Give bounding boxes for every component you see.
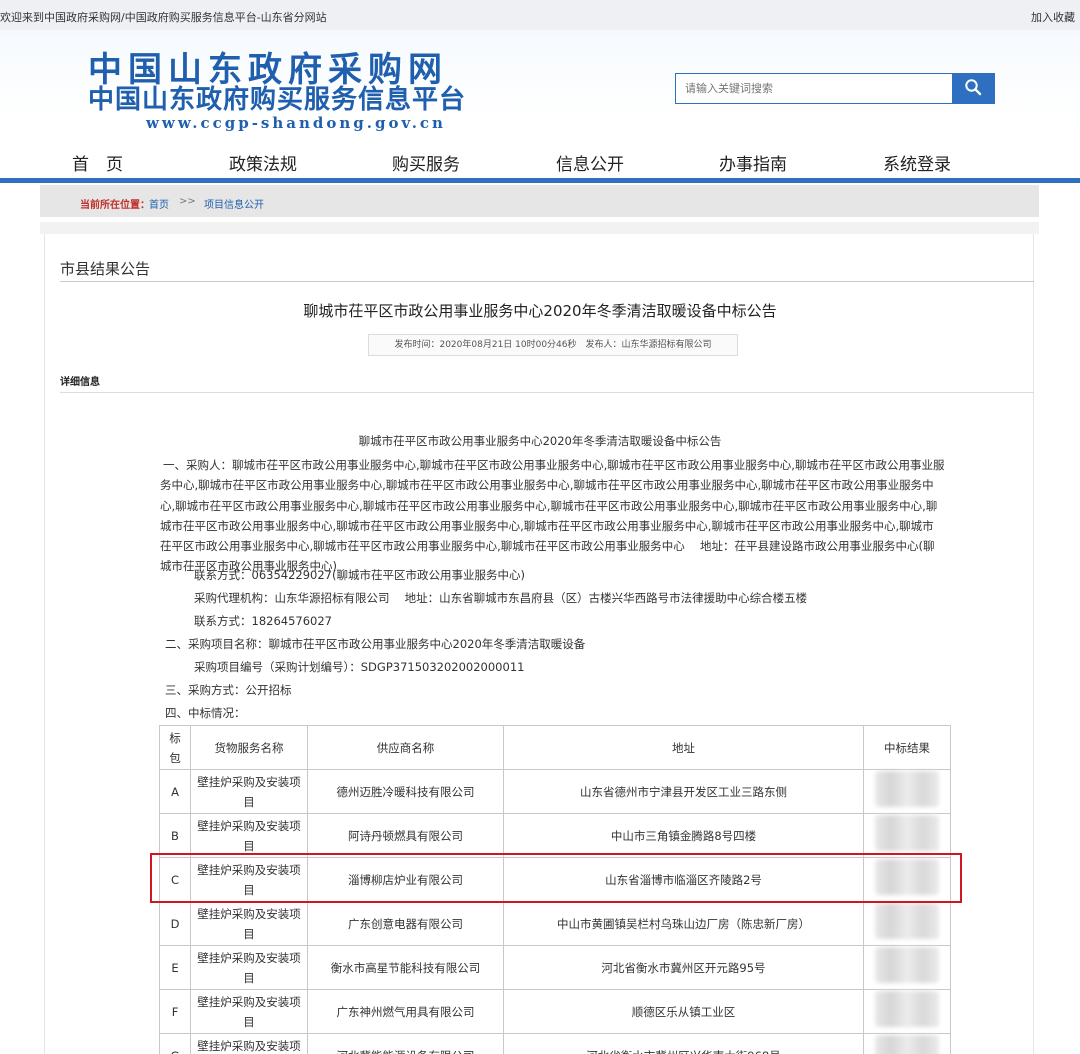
- project-name: 二、采购项目名称：聊城市茌平区市政公用事业服务中心2020年冬季清洁取暖设备: [165, 637, 586, 651]
- breadcrumb-separator: >>: [179, 196, 196, 207]
- nav-info-public[interactable]: 信息公开: [556, 150, 624, 175]
- search-button[interactable]: [952, 74, 994, 103]
- cell-goods: 壁挂炉采购及安装项目: [190, 1033, 308, 1054]
- buyer-paragraph: 一、采购人：聊城市茌平区市政公用事业服务中心,聊城市茌平区市政公用事业服务中心,…: [160, 458, 945, 574]
- table-header-row: 标包 货物服务名称 供应商名称 地址 中标结果: [159, 725, 951, 770]
- search-input[interactable]: [676, 74, 952, 103]
- table-row: C 壁挂炉采购及安装项目 淄博柳店炉业有限公司 山东省淄博市临淄区齐陵路2号: [159, 857, 951, 902]
- body-heading: 聊城市茌平区市政公用事业服务中心2020年冬季清洁取暖设备中标公告: [358, 434, 722, 448]
- cell-address: 顺德区乐从镇工业区: [503, 989, 864, 1034]
- logo-line-1: 中国山东政府采购网: [88, 50, 448, 90]
- cell-supplier: 德州迈胜冷暖科技有限公司: [307, 769, 504, 814]
- agency-contact: 联系方式：18264576027: [194, 614, 332, 628]
- cell-package: G: [159, 1033, 191, 1054]
- cell-goods: 壁挂炉采购及安装项目: [190, 945, 308, 990]
- cell-supplier: 河北冀能能源设备有限公司: [307, 1033, 504, 1054]
- cell-result-blurred: [863, 857, 951, 902]
- cell-supplier: 衡水市高星节能科技有限公司: [307, 945, 504, 990]
- cell-supplier: 广东神州燃气用具有限公司: [307, 989, 504, 1034]
- header-package: 标包: [159, 725, 191, 770]
- search-icon: [964, 78, 982, 100]
- logo-url: www.ccgp-shandong.gov.cn: [146, 114, 446, 132]
- nav-home[interactable]: 首 页: [72, 150, 123, 175]
- table-row: B 壁挂炉采购及安装项目 阿诗丹顿燃具有限公司 中山市三角镇金腾路8号四楼: [159, 813, 951, 858]
- table-row: A 壁挂炉采购及安装项目 德州迈胜冷暖科技有限公司 山东省德州市宁津县开发区工业…: [159, 769, 951, 814]
- breadcrumb-label: 当前所在位置：: [80, 200, 150, 211]
- project-number: 采购项目编号（采购计划编号）：SDGP371503202002000011: [194, 660, 525, 674]
- cell-address: 山东省德州市宁津县开发区工业三路东侧: [503, 769, 864, 814]
- cell-address: 河北省衡水市冀州区兴华南大街968号: [503, 1033, 864, 1054]
- nav-policy[interactable]: 政策法规: [229, 150, 297, 175]
- cell-package: F: [159, 989, 191, 1034]
- section-divider: [60, 281, 1034, 282]
- cell-package: C: [159, 857, 191, 902]
- add-favorite-link[interactable]: 加入收藏: [1031, 9, 1075, 25]
- cell-result-blurred: [863, 769, 951, 814]
- header-address: 地址: [503, 725, 864, 770]
- announcement-title: 聊城市茌平区市政公用事业服务中心2020年冬季清洁取暖设备中标公告: [303, 302, 777, 320]
- table-row: G 壁挂炉采购及安装项目 河北冀能能源设备有限公司 河北省衡水市冀州区兴华南大街…: [159, 1033, 951, 1054]
- cell-address: 河北省衡水市冀州区开元路95号: [503, 945, 864, 990]
- buyer-contact: 联系方式：06354229027(聊城市茌平区市政公用事业服务中心): [194, 568, 525, 582]
- logo-line-2: 中国山东政府购买服务信息平台: [88, 85, 467, 115]
- cell-goods: 壁挂炉采购及安装项目: [190, 769, 308, 814]
- welcome-text: 欢迎来到中国政府采购网/中国政府购买服务信息平台-山东省分网站: [0, 11, 327, 24]
- nav-divider: [0, 178, 1080, 183]
- header-result: 中标结果: [863, 725, 951, 770]
- cell-result-blurred: [863, 945, 951, 990]
- cell-result-blurred: [863, 1033, 951, 1054]
- cell-goods: 壁挂炉采购及安装项目: [190, 813, 308, 858]
- cell-goods: 壁挂炉采购及安装项目: [190, 989, 308, 1034]
- panel-top-spacer: [40, 222, 1039, 234]
- cell-address: 中山市三角镇金腾路8号四楼: [503, 813, 864, 858]
- breadcrumb-home-link[interactable]: 首页: [149, 196, 169, 211]
- cell-result-blurred: [863, 813, 951, 858]
- breadcrumb-current-link[interactable]: 项目信息公开: [204, 196, 264, 211]
- cell-supplier: 淄博柳店炉业有限公司: [307, 857, 504, 902]
- table-row: E 壁挂炉采购及安装项目 衡水市高星节能科技有限公司 河北省衡水市冀州区开元路9…: [159, 945, 951, 990]
- search-box: [675, 73, 995, 104]
- cell-goods: 壁挂炉采购及安装项目: [190, 901, 308, 946]
- nav-login[interactable]: 系统登录: [883, 150, 951, 175]
- cell-address: 中山市黄圃镇吴栏村乌珠山边厂房（陈忠新厂房）: [503, 901, 864, 946]
- publish-meta: 发布时间：2020年08月21日 10时00分46秒 发布人：山东华源招标有限公…: [368, 334, 738, 356]
- cell-result-blurred: [863, 901, 951, 946]
- header-supplier: 供应商名称: [307, 725, 504, 770]
- cell-address: 山东省淄博市临淄区齐陵路2号: [503, 857, 864, 902]
- header-goods: 货物服务名称: [190, 725, 308, 770]
- cell-goods: 壁挂炉采购及安装项目: [190, 857, 308, 902]
- cell-package: E: [159, 945, 191, 990]
- cell-result-blurred: [863, 989, 951, 1034]
- site-logo[interactable]: 中国山东政府采购网 中国山东政府购买服务信息平台 www.ccgp-shando…: [88, 52, 528, 132]
- agency-info: 采购代理机构：山东华源招标有限公司 地址：山东省聊城市东昌府县（区）古楼兴华西路…: [194, 591, 808, 605]
- top-bar: 欢迎来到中国政府采购网/中国政府购买服务信息平台-山东省分网站 加入收藏: [0, 0, 1080, 30]
- procurement-method: 三、采购方式：公开招标: [165, 683, 292, 697]
- main-nav: 首 页 政策法规 购买服务 信息公开 办事指南 系统登录: [0, 140, 1080, 180]
- detail-divider: [60, 392, 1034, 393]
- breadcrumb: 当前所在位置： 首页 >> 项目信息公开: [40, 185, 1039, 217]
- cell-supplier: 广东创意电器有限公司: [307, 901, 504, 946]
- cell-package: A: [159, 769, 191, 814]
- table-row: D 壁挂炉采购及安装项目 广东创意电器有限公司 中山市黄圃镇吴栏村乌珠山边厂房（…: [159, 901, 951, 946]
- cell-package: B: [159, 813, 191, 858]
- cell-supplier: 阿诗丹顿燃具有限公司: [307, 813, 504, 858]
- nav-purchase-service[interactable]: 购买服务: [392, 150, 460, 175]
- section-title: 市县结果公告: [60, 260, 151, 278]
- nav-guide[interactable]: 办事指南: [719, 150, 787, 175]
- table-row: F 壁挂炉采购及安装项目 广东神州燃气用具有限公司 顺德区乐从镇工业区: [159, 989, 951, 1034]
- cell-package: D: [159, 901, 191, 946]
- award-heading: 四、中标情况：: [165, 706, 246, 720]
- detail-label: 详细信息: [60, 377, 100, 388]
- award-table: 标包 货物服务名称 供应商名称 地址 中标结果 A 壁挂炉采购及安装项目 德州迈…: [159, 725, 951, 1054]
